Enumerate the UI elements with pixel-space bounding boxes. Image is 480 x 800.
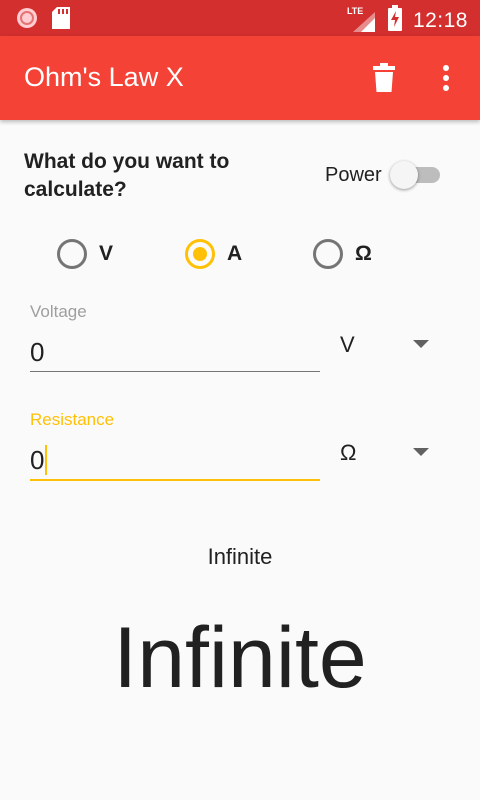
overflow-menu-icon	[443, 65, 449, 91]
radio-circle	[313, 239, 343, 269]
switch-thumb	[390, 161, 418, 189]
dropdown-arrow-icon	[413, 448, 429, 456]
signal-icon: LTE	[347, 6, 377, 34]
radio-circle-selected	[185, 239, 215, 269]
app-title: Ohm's Law X	[24, 62, 184, 92]
radio-circle	[57, 239, 87, 269]
resistance-input[interactable]: 0	[30, 440, 320, 480]
resistance-unit: Ω	[340, 440, 357, 465]
status-time: 12:18	[412, 8, 468, 32]
voltage-input[interactable]: 0	[30, 332, 320, 372]
sd-card-icon	[52, 7, 70, 34]
text-cursor	[45, 445, 48, 475]
dropdown-arrow-icon	[413, 340, 429, 348]
status-bar: LTE 12:18	[0, 0, 480, 36]
result-value: Infinite	[113, 610, 367, 706]
delete-button[interactable]	[369, 62, 399, 94]
radio-voltage[interactable]: V	[57, 236, 113, 272]
radio-current-label: A	[227, 242, 243, 265]
overflow-menu-button[interactable]	[436, 62, 456, 94]
radio-current[interactable]: A	[185, 236, 242, 272]
voltage-unit: V	[340, 332, 355, 357]
resistance-underline	[30, 479, 320, 481]
app-bar: Ohm's Law X	[0, 36, 480, 120]
voltage-value: 0	[30, 336, 45, 367]
calculation-question: What do you want to calculate?	[24, 150, 230, 201]
voltage-label: Voltage	[30, 302, 87, 321]
resistance-unit-select[interactable]: Ω	[338, 434, 438, 474]
battery-charging-icon	[387, 5, 403, 36]
radio-resistance-label: Ω	[355, 242, 372, 265]
power-switch[interactable]	[390, 160, 442, 190]
delete-icon	[373, 63, 395, 92]
radio-voltage-label: V	[99, 242, 114, 265]
result-label: Infinite	[207, 544, 273, 569]
voltage-unit-select[interactable]: V	[338, 326, 438, 366]
radio-resistance[interactable]: Ω	[313, 236, 372, 272]
power-label: Power	[325, 164, 382, 186]
notification-icon	[16, 7, 38, 34]
resistance-value: 0	[30, 444, 45, 475]
resistance-label: Resistance	[30, 410, 115, 429]
voltage-underline	[30, 371, 320, 372]
